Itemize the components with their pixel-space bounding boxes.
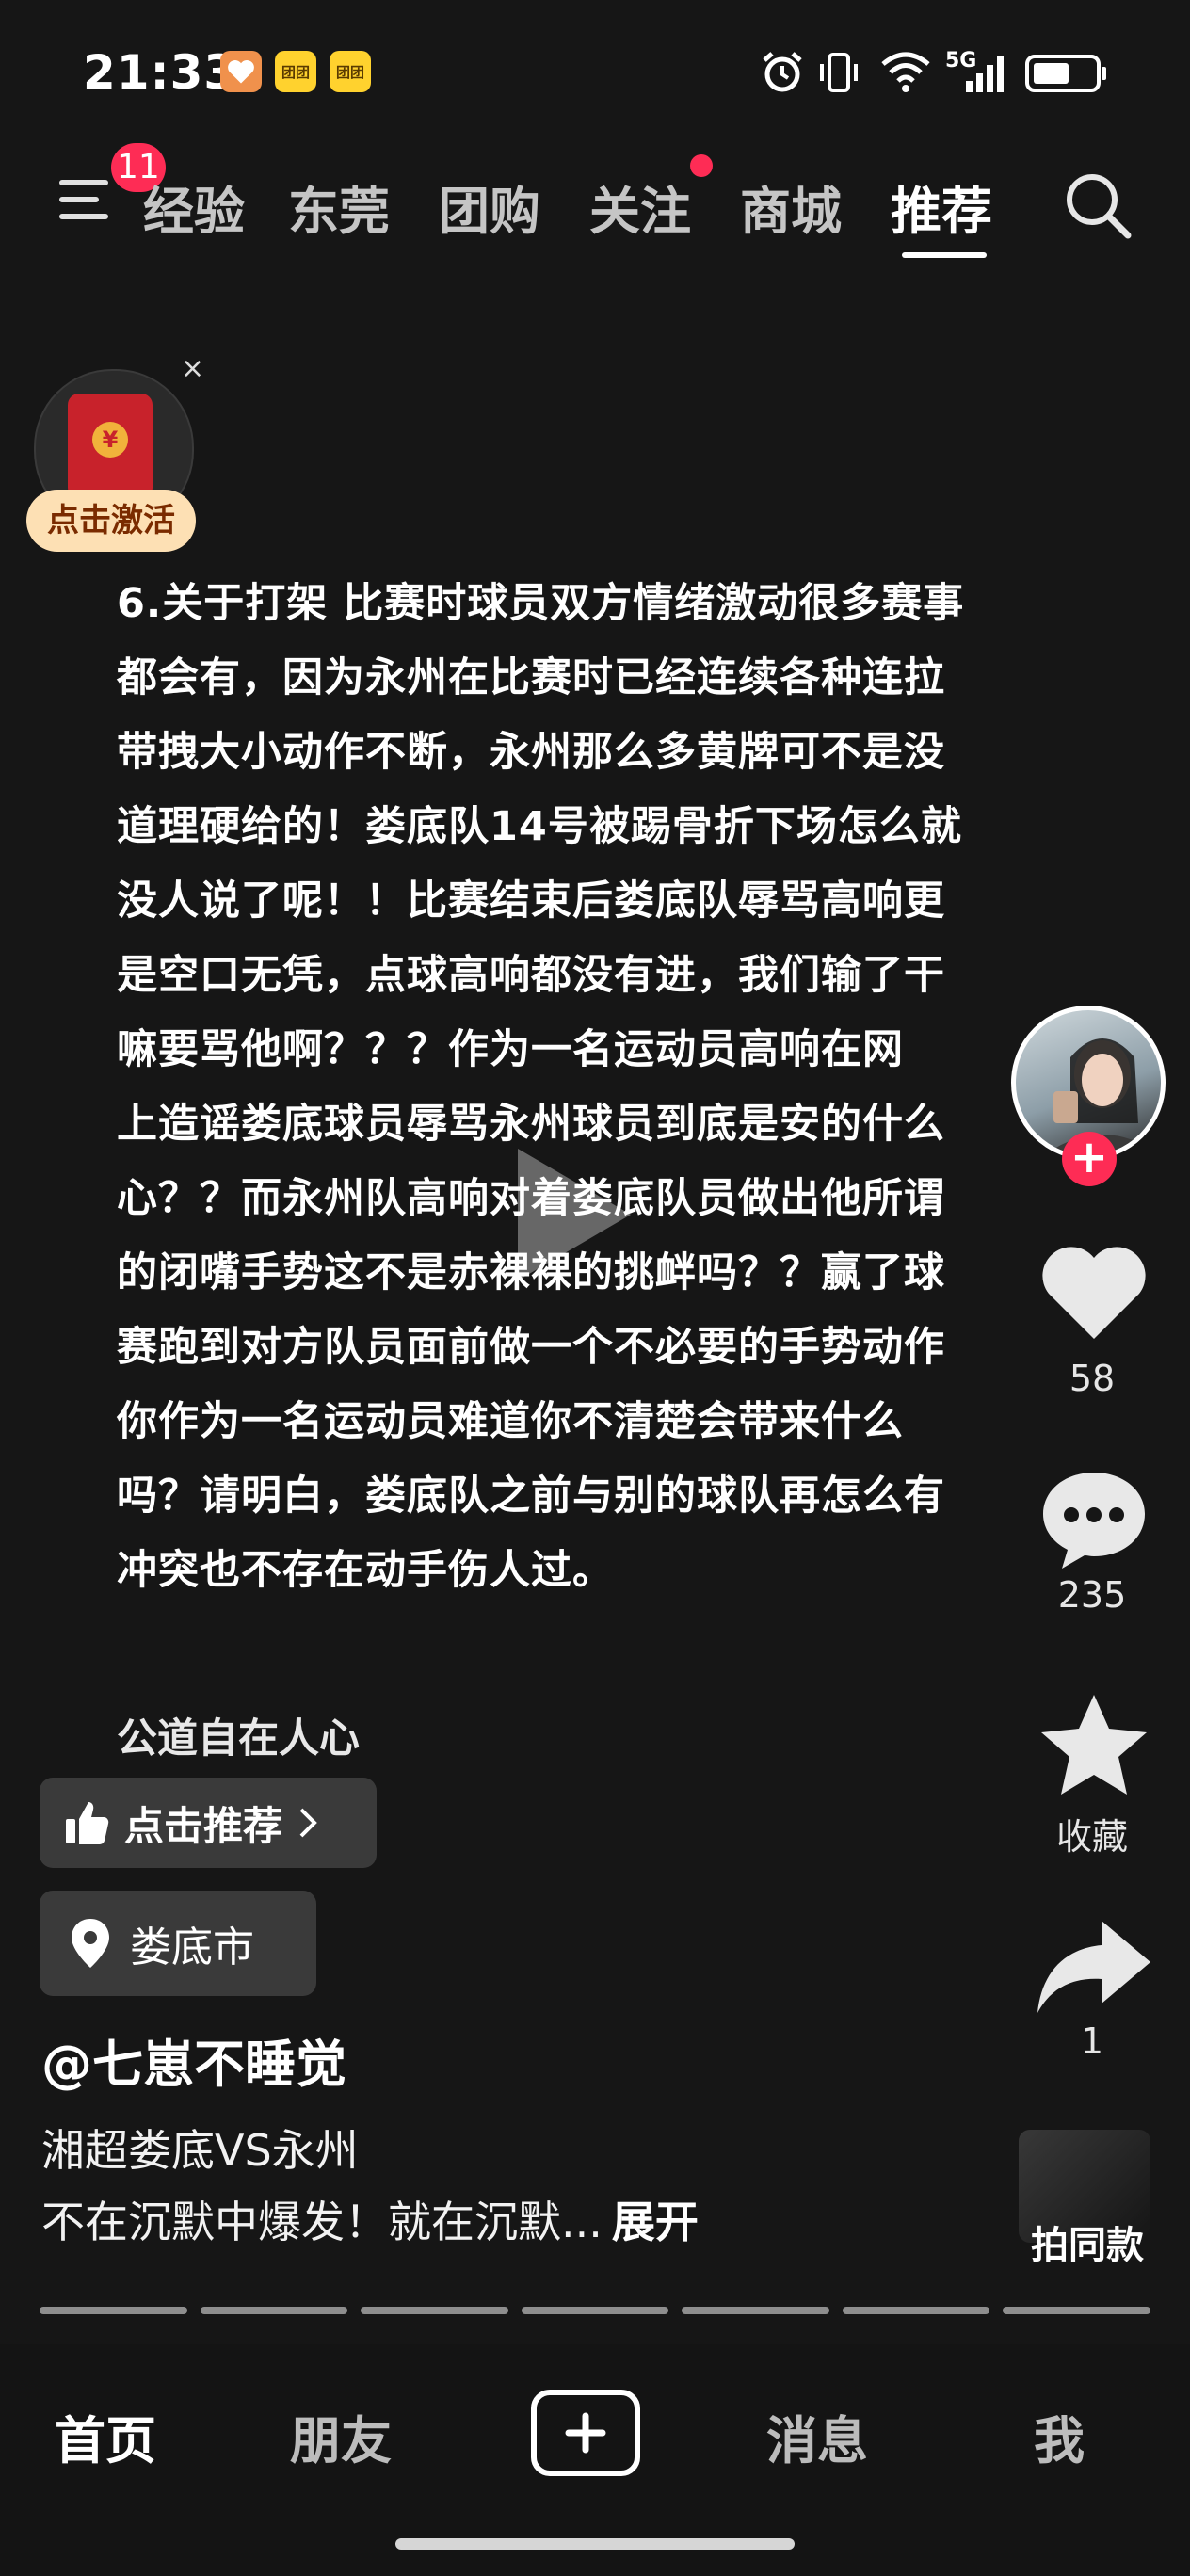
share-icon[interactable]: [1034, 1915, 1154, 2019]
nav-messages[interactable]: 消息: [766, 2399, 868, 2473]
wifi-icon: [881, 52, 930, 92]
plus-icon: [565, 2412, 606, 2454]
tab-following[interactable]: 关注: [589, 169, 691, 244]
home-indicator[interactable]: [395, 2538, 795, 2550]
app-badge-text: 团团: [281, 63, 310, 81]
post-body-text: 6.关于打架 比赛时球员双方情绪激动很多赛事 都会有，因为永州在比赛时已经连续各…: [117, 580, 965, 1594]
location-pin-icon: [72, 1919, 109, 1968]
search-icon[interactable]: [1060, 168, 1135, 243]
location-chip[interactable]: 娄底市: [40, 1891, 316, 1996]
progress-segment: [842, 2307, 990, 2314]
play-icon[interactable]: [499, 1139, 640, 1290]
author-name[interactable]: @七崽不睡觉: [41, 2022, 346, 2097]
progress-segment: [521, 2307, 669, 2314]
location-label: 娄底市: [130, 1924, 254, 1972]
nav-me[interactable]: 我: [1034, 2399, 1085, 2473]
app-badge-text: 团团: [335, 63, 364, 81]
recommend-label: 点击推荐: [124, 1802, 283, 1849]
nav-home[interactable]: 首页: [55, 2399, 156, 2473]
create-button[interactable]: [531, 2390, 640, 2476]
active-tab-indicator: [902, 252, 987, 258]
progress-segment: [200, 2307, 348, 2314]
video-description: 不在沉默中爆发！就在沉默... 展开: [41, 2188, 699, 2250]
alarm-icon: [763, 52, 802, 92]
follow-plus-button[interactable]: +: [1062, 1132, 1117, 1186]
post-footer-text: 公道自在人心: [117, 1715, 360, 1763]
favorite-label: 收藏: [1055, 1816, 1128, 1858]
recommend-button[interactable]: 点击推荐: [40, 1778, 377, 1868]
meituan-app-icon: 团团: [330, 51, 371, 92]
video-title: 湘超娄底VS永州: [41, 2125, 359, 2176]
activate-button[interactable]: 点击激活: [26, 490, 196, 552]
progress-segment: [40, 2307, 187, 2314]
progress-segment: [682, 2307, 829, 2314]
close-icon[interactable]: ×: [181, 352, 204, 385]
meituan-app-icon: 团团: [275, 51, 316, 92]
progress-segment: [361, 2307, 508, 2314]
star-icon[interactable]: [1036, 1689, 1152, 1800]
expand-button[interactable]: 展开: [612, 2197, 699, 2247]
thumbs-up-icon: [66, 1802, 109, 1844]
vibrate-icon: [820, 53, 858, 92]
tab-experience[interactable]: 经验: [143, 169, 245, 244]
nav-friends[interactable]: 朋友: [290, 2399, 392, 2473]
menu-icon[interactable]: [58, 169, 119, 230]
tab-recommend[interactable]: 推荐: [891, 169, 992, 244]
share-count: 1: [1080, 2021, 1104, 2062]
comment-count: 235: [1057, 1574, 1127, 1616]
same-style-label[interactable]: 拍同款: [998, 2214, 1177, 2269]
coin-icon: ¥: [92, 422, 128, 458]
tab-dongguan[interactable]: 东莞: [288, 169, 390, 244]
signal-icon: [966, 56, 1004, 92]
comment-icon[interactable]: [1036, 1465, 1152, 1574]
description-text: 不在沉默中爆发！就在沉默...: [41, 2197, 603, 2247]
heart-app-icon: [220, 51, 262, 92]
tab-group-buy[interactable]: 团购: [439, 169, 540, 244]
heart-icon[interactable]: [1037, 1241, 1150, 1344]
tab-mall[interactable]: 商城: [740, 169, 842, 244]
like-count: 58: [1069, 1358, 1116, 1399]
progress-segment: [1003, 2307, 1150, 2314]
battery-icon: [1025, 55, 1106, 92]
chevron-right-icon: [299, 1808, 317, 1838]
following-dot: [690, 154, 713, 177]
status-time: 21:33: [83, 45, 238, 100]
